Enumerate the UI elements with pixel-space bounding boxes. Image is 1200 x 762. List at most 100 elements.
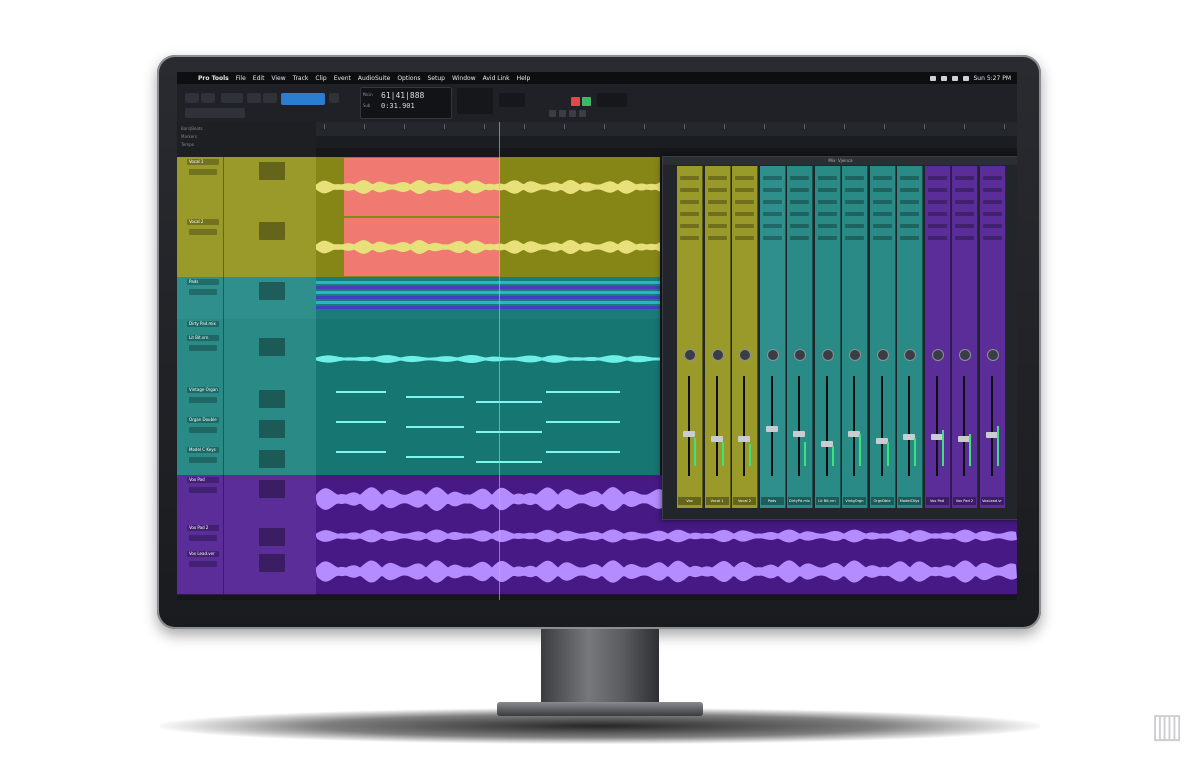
clip-waveform[interactable]: [316, 217, 660, 277]
insert-slot[interactable]: [680, 212, 699, 216]
cloud-icon[interactable]: [940, 75, 947, 81]
record-solo-mute-buttons[interactable]: [189, 345, 217, 351]
smart-tool-icon[interactable]: [281, 93, 325, 105]
track-header[interactable]: Model C Keys: [177, 445, 316, 476]
insert-slot[interactable]: [707, 236, 727, 240]
strip-name[interactable]: Vox Pad 2: [953, 497, 976, 505]
track-name[interactable]: Vocal 1: [187, 159, 219, 165]
edit-mode-button[interactable]: [221, 93, 243, 103]
strip-name[interactable]: VoxLead.vr: [980, 497, 1004, 505]
track-header[interactable]: Vintage Organ: [177, 385, 316, 416]
marker-ruler[interactable]: [316, 136, 1017, 148]
insert-slot[interactable]: [707, 224, 727, 228]
channel-strip[interactable]: VoxLead.vr: [979, 166, 1006, 508]
clip-waveform[interactable]: [316, 523, 1017, 549]
track-header[interactable]: Vocal 2: [177, 217, 316, 278]
insert-slot[interactable]: [707, 176, 727, 180]
menu-item-track[interactable]: Track: [293, 75, 309, 82]
insert-slot[interactable]: [927, 188, 947, 192]
menu-item-audiosuite[interactable]: AudioSuite: [358, 75, 390, 82]
insert-slot[interactable]: [790, 176, 809, 180]
clip-waveform[interactable]: [316, 415, 660, 445]
insert-slot[interactable]: [900, 200, 919, 204]
insert-slot[interactable]: [707, 188, 727, 192]
insert-slot[interactable]: [955, 236, 974, 240]
record-solo-mute-buttons[interactable]: [189, 457, 217, 463]
channel-strip[interactable]: Vocal 1: [704, 166, 731, 508]
track-name[interactable]: Vox Lead.ver: [187, 551, 219, 557]
track-lane[interactable]: [316, 157, 660, 218]
pan-knob[interactable]: [711, 349, 724, 361]
channel-strip[interactable]: ModelCKys: [897, 166, 923, 508]
insert-slot[interactable]: [817, 224, 837, 228]
menu-item-file[interactable]: File: [236, 75, 246, 82]
pan-knob[interactable]: [739, 349, 751, 361]
insert-slot[interactable]: [927, 200, 947, 204]
channel-strip[interactable]: OrgnDble: [869, 166, 896, 508]
insert-slot[interactable]: [845, 176, 864, 180]
io-selector[interactable]: [259, 338, 285, 356]
pan-knob[interactable]: [766, 349, 779, 361]
insert-slot[interactable]: [900, 236, 919, 240]
channel-strip[interactable]: Pads: [759, 166, 786, 508]
insert-slot[interactable]: [707, 212, 727, 216]
insert-slot[interactable]: [955, 224, 974, 228]
insert-slot[interactable]: [762, 224, 782, 228]
pencil-tool-icon[interactable]: [329, 93, 339, 103]
pan-knob[interactable]: [849, 349, 861, 361]
wifi-icon[interactable]: [962, 75, 969, 81]
strip-name[interactable]: Vocal 2: [733, 497, 756, 505]
tempo-field[interactable]: [499, 93, 525, 107]
battery-icon[interactable]: [951, 75, 958, 81]
strip-name[interactable]: VintgOrgn: [843, 497, 866, 505]
insert-slot[interactable]: [982, 212, 1002, 216]
insert-slot[interactable]: [735, 176, 754, 180]
track-header[interactable]: Dirty Pad.mix: [177, 319, 316, 334]
pan-knob[interactable]: [904, 349, 916, 361]
pan-knob[interactable]: [684, 349, 696, 361]
track-name[interactable]: Vox Pad 2: [187, 525, 219, 531]
stop-button[interactable]: [559, 110, 566, 117]
insert-slot[interactable]: [872, 188, 892, 192]
menu-item-setup[interactable]: Setup: [427, 75, 444, 82]
insert-slot[interactable]: [707, 200, 727, 204]
io-selector[interactable]: [259, 554, 285, 572]
menu-item-clip[interactable]: Clip: [315, 75, 326, 82]
track-name[interactable]: Vox Pad: [187, 477, 219, 483]
track-lane[interactable]: [316, 333, 660, 386]
insert-slot[interactable]: [790, 200, 809, 204]
insert-slot[interactable]: [817, 188, 837, 192]
insert-slot[interactable]: [817, 212, 837, 216]
channel-strip[interactable]: Lit Bit.vrn: [814, 166, 841, 508]
insert-slot[interactable]: [762, 212, 782, 216]
track-name[interactable]: Organ Double: [187, 417, 219, 423]
insert-slot[interactable]: [817, 200, 837, 204]
io-selector[interactable]: [259, 390, 285, 408]
clip-waveform[interactable]: [316, 277, 660, 319]
insert-slot[interactable]: [735, 212, 754, 216]
insert-slot[interactable]: [872, 176, 892, 180]
insert-slot[interactable]: [982, 176, 1002, 180]
pan-knob[interactable]: [931, 349, 944, 361]
loop-button[interactable]: [579, 110, 586, 117]
clip-waveform[interactable]: [316, 157, 660, 217]
strip-name[interactable]: OrgnDble: [870, 497, 894, 505]
track-header[interactable]: Vocal 1: [177, 157, 316, 218]
insert-slot[interactable]: [927, 236, 947, 240]
track-name[interactable]: Pads: [187, 279, 219, 285]
track-name[interactable]: Vocal 2: [187, 219, 219, 225]
insert-slot[interactable]: [900, 176, 919, 180]
insert-slot[interactable]: [680, 176, 699, 180]
record-solo-mute-buttons[interactable]: [189, 535, 217, 541]
track-lane[interactable]: [316, 217, 660, 278]
track-name[interactable]: Model C Keys: [187, 447, 219, 453]
menu-item-view[interactable]: View: [271, 75, 285, 82]
insert-slot[interactable]: [982, 200, 1002, 204]
grid-button[interactable]: [263, 93, 277, 103]
track-header[interactable]: Vox Lead.ver: [177, 549, 316, 595]
insert-slot[interactable]: [955, 212, 974, 216]
insert-slot[interactable]: [872, 224, 892, 228]
io-selector[interactable]: [259, 222, 285, 240]
insert-slot[interactable]: [735, 200, 754, 204]
track-lane[interactable]: [316, 523, 1017, 550]
